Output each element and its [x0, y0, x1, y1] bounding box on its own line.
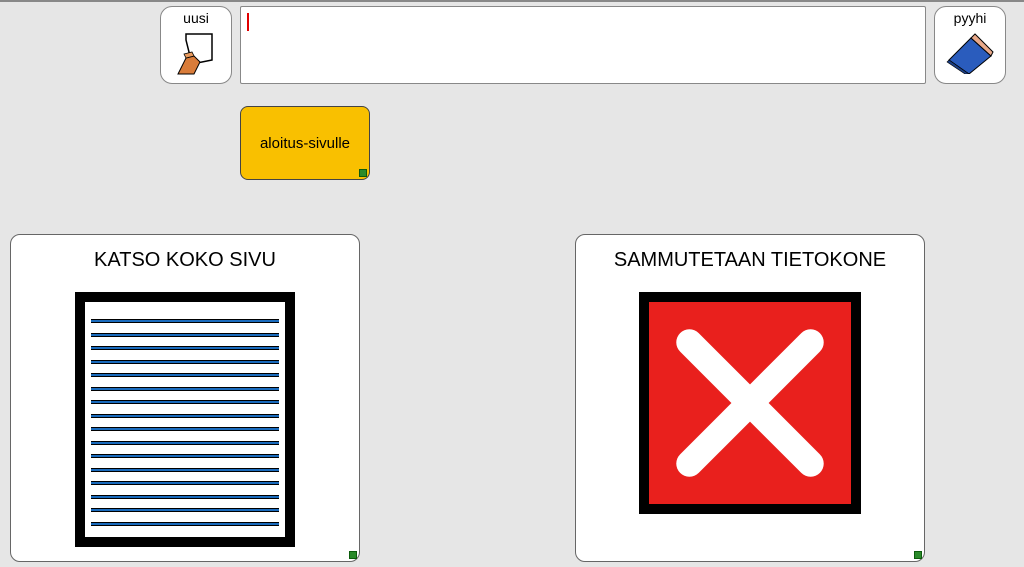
shutdown-title: SAMMUTETAAN TIETOKONE: [614, 249, 886, 272]
page-icon: [75, 292, 295, 547]
view-page-card[interactable]: KATSO KOKO SIVU: [10, 234, 360, 562]
link-indicator-icon: [359, 169, 367, 177]
erase-button[interactable]: pyyhi: [934, 6, 1006, 84]
shutdown-card[interactable]: SAMMUTETAAN TIETOKONE: [575, 234, 925, 562]
eraser-icon: [945, 30, 995, 74]
link-indicator-icon: [914, 551, 922, 559]
new-button[interactable]: uusi: [160, 6, 232, 84]
erase-label: pyyhi: [954, 10, 987, 26]
home-label: aloitus-sivulle: [260, 135, 350, 152]
view-page-title: KATSO KOKO SIVU: [94, 249, 276, 272]
home-button[interactable]: aloitus-sivulle: [240, 106, 370, 180]
close-x-icon: [639, 292, 861, 514]
link-indicator-icon: [349, 551, 357, 559]
paper-hand-icon: [172, 30, 220, 78]
text-cursor: [247, 13, 249, 31]
text-input-area[interactable]: [240, 6, 926, 84]
new-label: uusi: [183, 10, 209, 26]
